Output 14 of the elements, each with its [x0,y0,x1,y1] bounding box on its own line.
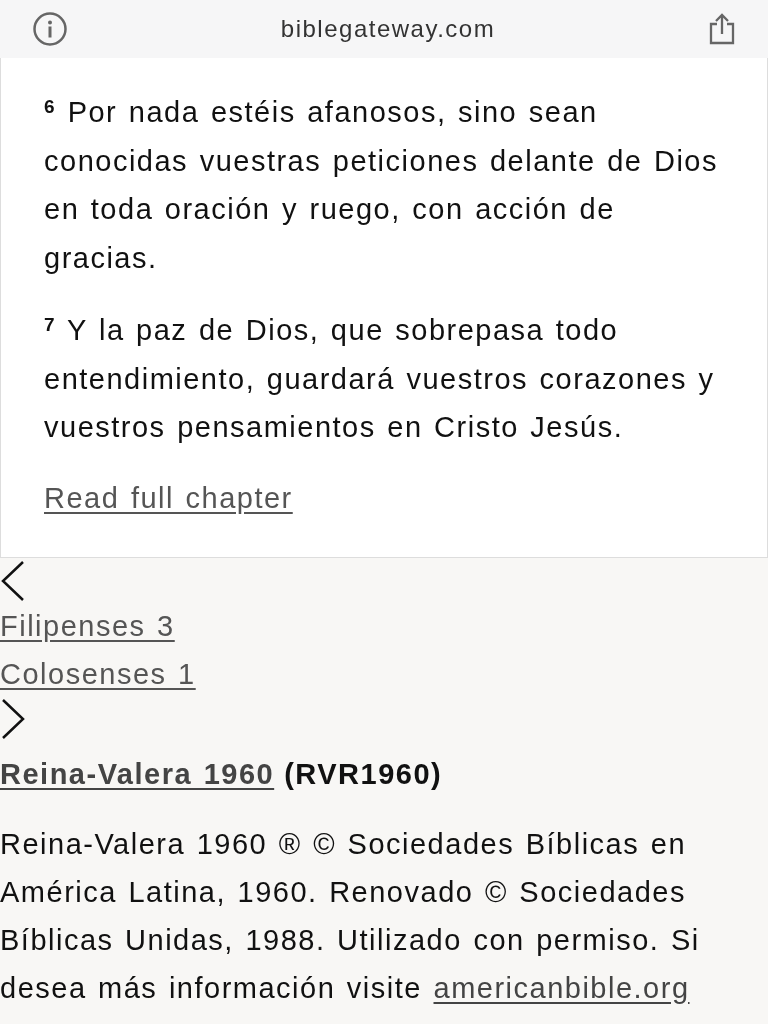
version-link[interactable]: Reina-Valera 1960 [0,749,275,798]
next-chapter-link[interactable]: Colosenses 1 [0,649,196,698]
chevron-left-icon[interactable] [0,559,26,602]
copyright-text: Reina-Valera 1960 ® © Sociedades Bíblicas en América Latina, 1960. Renovado © Sociedades Bíblicas Unidas, 1988. Utilizado con permiso. Si desea más información visite americanbible.org [0,826,701,1006]
url-text[interactable]: biblegateway.com [280,15,496,43]
americanbible-link[interactable]: americanbible.org [433,971,690,1004]
share-icon[interactable] [708,13,736,45]
previous-chapter-link[interactable]: Filipenses 3 [0,601,175,650]
info-icon[interactable] [32,11,68,47]
version-abbreviation: (RVR1960) [284,756,443,792]
verse-text: $^{7}$ Y la paz de Dios, que sobrepasa todo entendimiento, guardará vuestros corazones y vuestros pensamientos en Cristo Jesús. [44,313,716,445]
chevron-right-icon[interactable] [0,697,26,740]
verse-text: $^{6}$ Por nada estéis afanosos, sino sean conocidas vuestras peticiones delante de Dios en toda oración y ruego, con acción de gracias. [44,95,719,276]
read-full-chapter-link[interactable]: Read full chapter [44,481,293,515]
